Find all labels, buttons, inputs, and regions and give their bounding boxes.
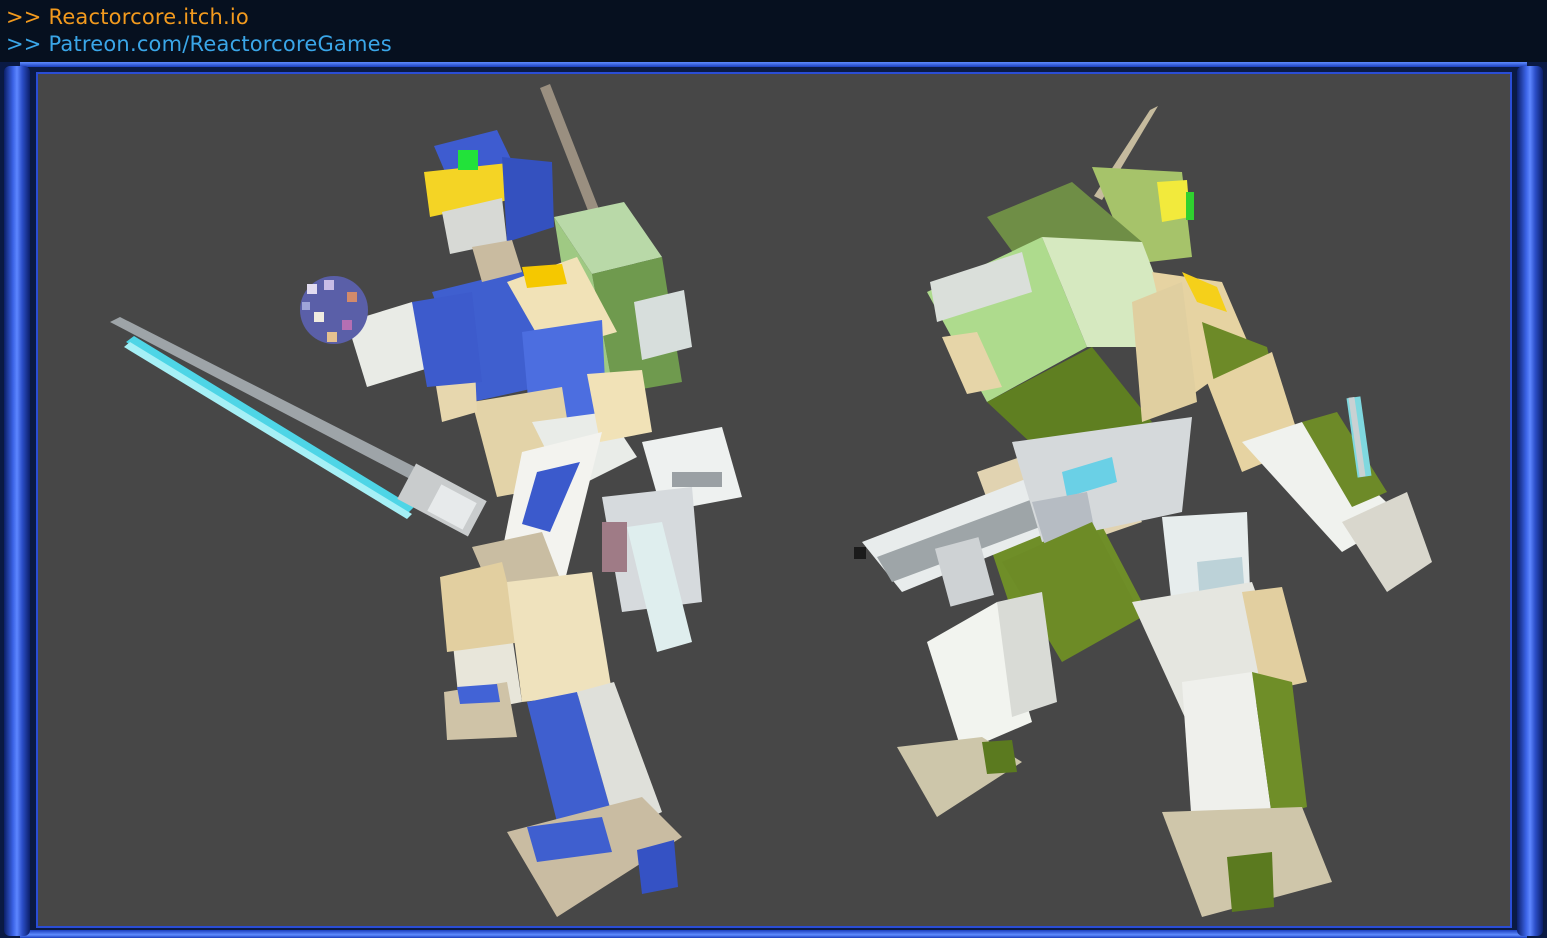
frame-bottom-edge bbox=[20, 930, 1527, 938]
frame-right-rail bbox=[1517, 66, 1543, 936]
green-mech-rear-foot-armor bbox=[1227, 852, 1274, 912]
green-mech-head-visor bbox=[1157, 180, 1190, 222]
blue-mech-mace bbox=[300, 276, 368, 344]
frame-top-edge bbox=[20, 62, 1527, 67]
header-bar: >> Reactorcore.itch.io >> Patreon.com/Re… bbox=[0, 0, 1547, 62]
blue-mech-model bbox=[110, 84, 742, 917]
patreon-link[interactable]: >> Patreon.com/ReactorcoreGames bbox=[6, 31, 392, 57]
blue-mech-head-side bbox=[502, 157, 554, 242]
blue-mech-rear-foot-plate bbox=[457, 684, 500, 704]
green-mech-head-sensor bbox=[1186, 192, 1194, 220]
blue-mech-front-thigh bbox=[507, 572, 612, 702]
blue-mech-backpack-vents bbox=[634, 290, 692, 360]
blue-mech-shoulder-pad bbox=[412, 292, 482, 387]
blue-mech-head-sensor bbox=[458, 150, 478, 170]
green-mech-front-foot-armor bbox=[982, 740, 1017, 774]
itch-link[interactable]: >> Reactorcore.itch.io bbox=[6, 4, 249, 30]
blue-mech-chest-light bbox=[522, 264, 567, 288]
green-mech-model bbox=[854, 106, 1432, 917]
frame-left-rail bbox=[4, 66, 30, 936]
model-viewport[interactable] bbox=[36, 72, 1512, 928]
